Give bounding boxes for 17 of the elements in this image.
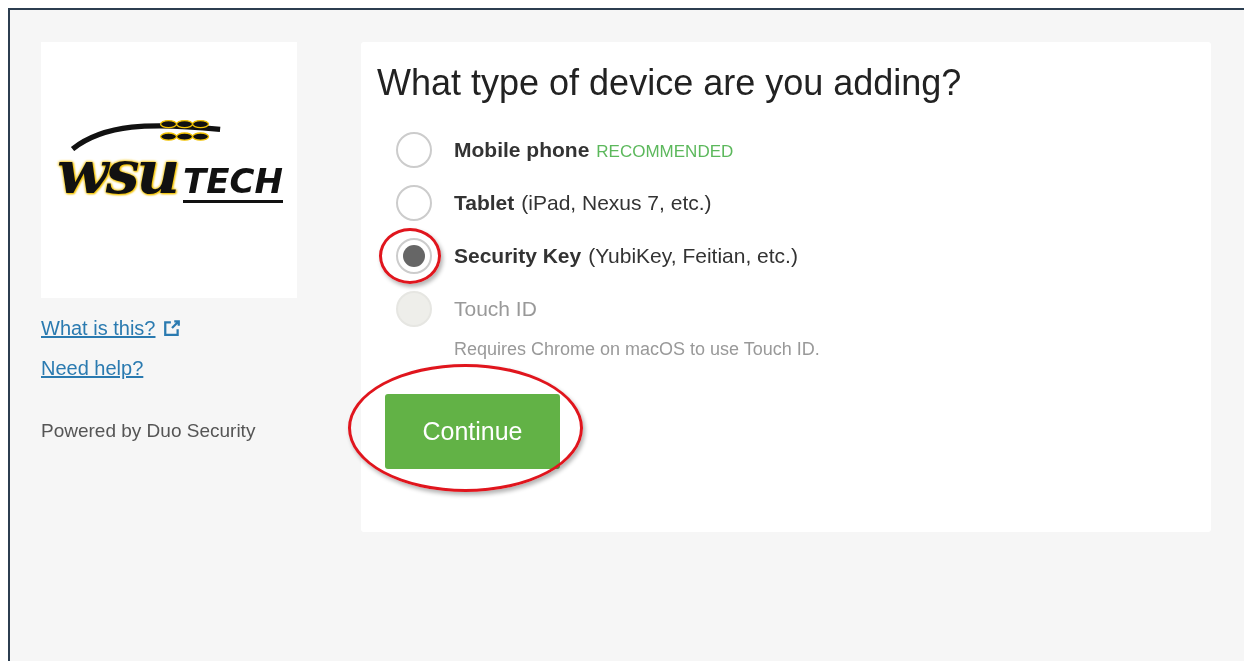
- help-link[interactable]: What is this?: [41, 316, 156, 340]
- radio-button[interactable]: [396, 185, 432, 221]
- help-link[interactable]: Need help?: [41, 356, 144, 380]
- page-title: What type of device are you adding?: [377, 62, 963, 104]
- option-label[interactable]: Security Key: [454, 244, 582, 268]
- logo-script: wsu: [57, 137, 178, 207]
- option-detail: (YubiKey, Feitian, etc.): [588, 244, 798, 268]
- logo-word: TECH: [183, 162, 283, 203]
- powered-by-text: Powered by Duo Security: [41, 420, 257, 442]
- recommended-tag: RECOMMENDED: [596, 142, 734, 162]
- option-label[interactable]: Mobile phone: [454, 138, 590, 162]
- option-note: Requires Chrome on macOS to use Touch ID.: [454, 339, 820, 360]
- option-label[interactable]: Tablet: [454, 191, 515, 215]
- radio-button[interactable]: [396, 132, 432, 168]
- radio-button[interactable]: [396, 238, 432, 274]
- option-detail: (iPad, Nexus 7, etc.): [521, 191, 712, 215]
- continue-button[interactable]: Continue: [385, 394, 560, 469]
